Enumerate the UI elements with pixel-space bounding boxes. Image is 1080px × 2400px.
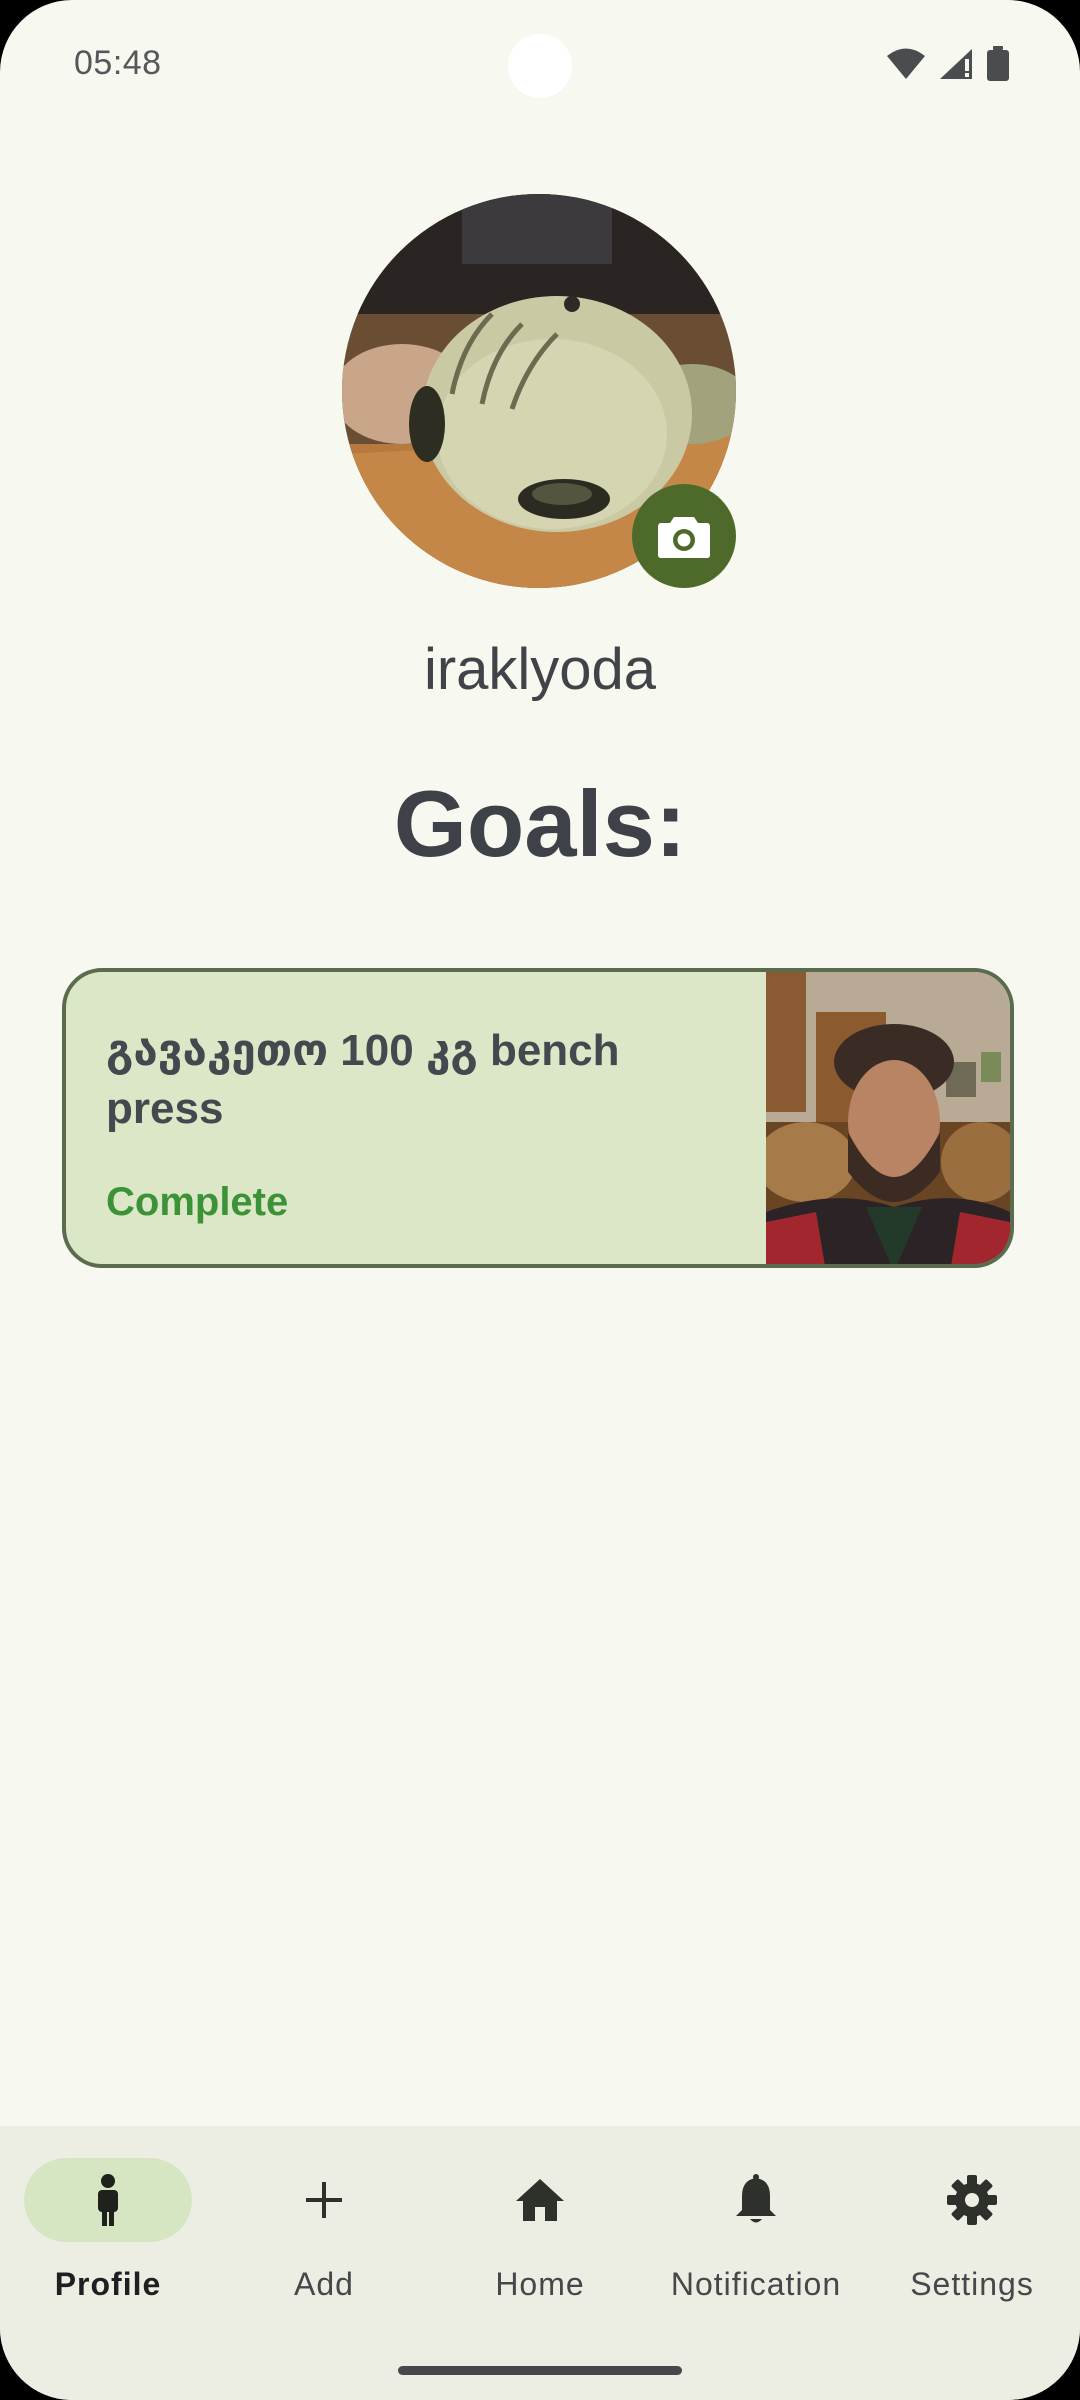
goal-photo [766,972,1010,1264]
cell-signal-icon [940,49,972,79]
status-time: 05:48 [74,44,162,82]
status-icons [886,44,1010,84]
nav-icon-container [24,2158,192,2242]
nav-item-settings[interactable]: Settings [864,2158,1080,2328]
nav-item-notification[interactable]: Notification [648,2158,864,2328]
front-camera-cutout [508,34,572,98]
nav-label-profile: Profile [54,2266,162,2302]
nav-item-profile[interactable]: Profile [0,2158,216,2328]
bell-icon [736,2174,776,2223]
nav-icon-container [672,2158,840,2242]
nav-label-home: Home [495,2266,585,2302]
username: iraklyoda [423,637,657,702]
profile-avatar [342,194,736,588]
change-photo-button[interactable] [632,484,736,588]
goals-heading: Goals: [393,771,687,876]
home-icon [516,2179,564,2221]
person-icon [98,2174,118,2226]
bottom-navigation: Profile Add Home Notification Settings [0,2126,1080,2400]
profile-screen: 05:48 iraklyoda Goals: გავაკეთო 100 კგ b… [0,0,1080,2400]
gear-icon [947,2175,997,2225]
nav-icon-container [456,2158,624,2242]
nav-label-notification: Notification [670,2266,842,2302]
nav-item-home[interactable]: Home [432,2158,648,2328]
goal-status: Complete [106,1180,289,1224]
nav-icon-container [888,2158,1056,2242]
plus-icon [306,2182,342,2218]
nav-label-settings: Settings [910,2266,1034,2302]
goal-proof-photo [766,972,1010,1264]
goal-title: გავაკეთო 100 კგ bench press [106,1026,620,1133]
nav-icon-container [240,2158,408,2242]
nav-item-add[interactable]: Add [216,2158,432,2328]
home-indicator[interactable] [398,2366,682,2375]
nav-label-add: Add [294,2266,354,2302]
wifi-icon [887,48,925,79]
goal-card[interactable]: გავაკეთო 100 კგ bench press Complete [62,968,1014,1268]
battery-icon [987,46,1009,81]
camera-icon [658,517,710,558]
